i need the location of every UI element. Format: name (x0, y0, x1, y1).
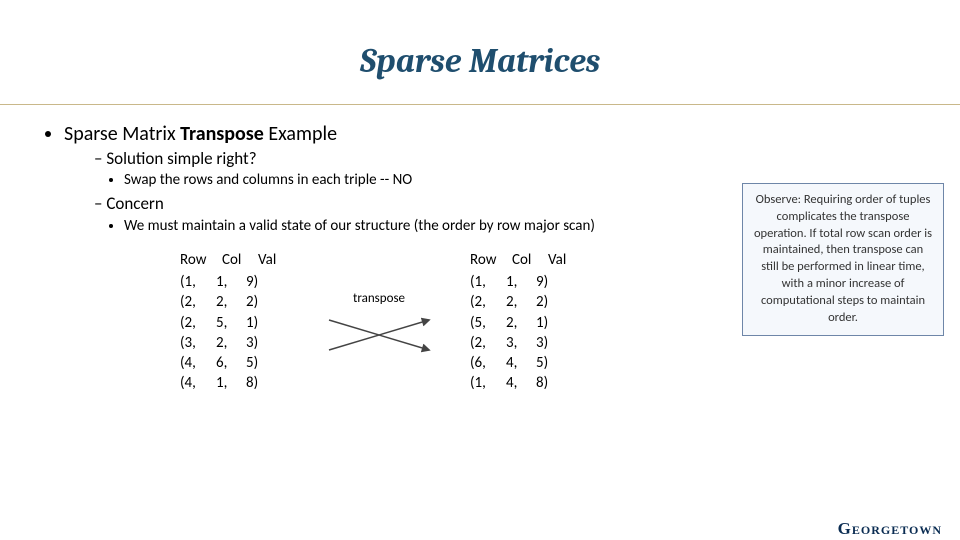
left-table-header: Row Col Val (180, 250, 288, 270)
cross-arrow-icon (324, 310, 434, 360)
arrow-label: transpose (353, 290, 405, 308)
left-table: Row Col Val (1,1,9)(2,2,2)(2,5,1)(3,2,3)… (180, 250, 288, 394)
right-table: Row Col Val (1,1,9)(2,2,2)(5,2,1)(2,3,3)… (470, 250, 578, 394)
table-row: (4,1,8) (180, 373, 288, 393)
observation-callout: Observe: Requiring order of tuples compl… (742, 183, 944, 336)
table-row: (2,2,2) (470, 292, 578, 312)
table-row: (2,2,2) (180, 292, 288, 312)
table-row: (3,2,3) (180, 333, 288, 353)
transpose-arrow: transpose (324, 250, 434, 400)
right-table-header: Row Col Val (470, 250, 578, 270)
table-row: (1,1,9) (180, 272, 288, 292)
georgetown-logo: Georgetown UNIVERSITY (811, 520, 943, 540)
table-row: (1,4,8) (470, 373, 578, 393)
table-row: (2,3,3) (470, 333, 578, 353)
table-row: (5,2,1) (470, 313, 578, 333)
table-row: (1,1,9) (470, 272, 578, 292)
table-row: (4,6,5) (180, 353, 288, 373)
table-row: (6,4,5) (470, 353, 578, 373)
page-title: Sparse Matrices (0, 23, 960, 81)
table-row: (2,5,1) (180, 313, 288, 333)
